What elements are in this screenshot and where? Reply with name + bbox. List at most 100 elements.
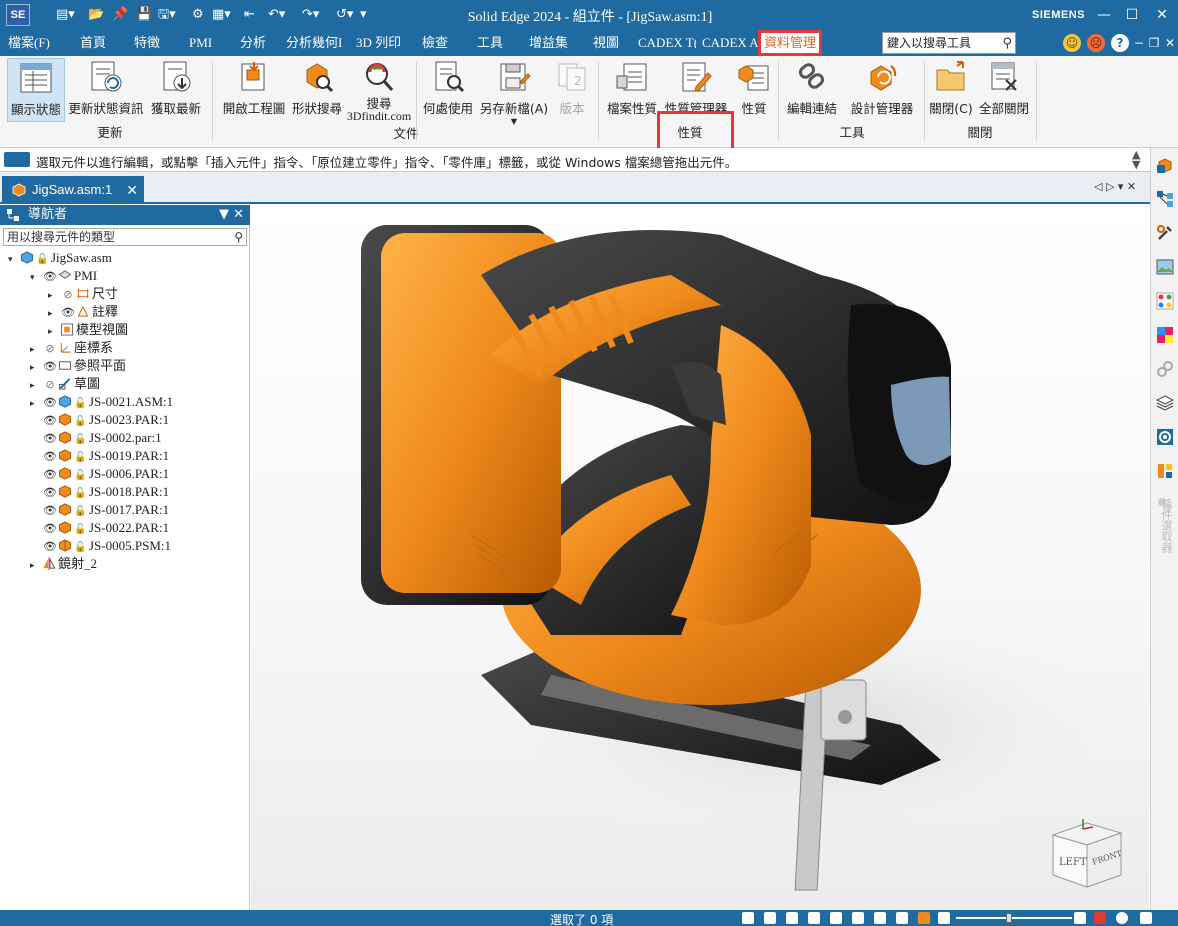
shape-search-button[interactable]: 形狀搜尋 — [290, 58, 344, 122]
graphics-viewport[interactable]: LEFT FRONT — [251, 205, 1149, 910]
zoom-slider-thumb[interactable] — [1006, 913, 1012, 923]
new-file-icon[interactable]: ▤▾ — [56, 6, 75, 24]
tab-analysis[interactable]: 分析 — [240, 34, 266, 52]
tab-view[interactable]: 視圖 — [593, 34, 619, 52]
hidden-eye-icon[interactable]: ⊘ — [42, 376, 58, 394]
tree-item[interactable]: ▸ ⊘ 尺寸 — [48, 285, 118, 303]
navigator-pin-close-icon[interactable]: ▼ ✕ — [219, 205, 244, 225]
get-latest-button[interactable]: 獲取最新 — [149, 58, 203, 122]
frown-feedback-icon[interactable]: ☹ — [1087, 34, 1105, 52]
tree-item[interactable]: ▸ ⊘ 座標系 — [30, 339, 113, 357]
tree-item[interactable]: ▸ 👁 參照平面 — [30, 357, 126, 375]
where-used-button[interactable]: 何處使用 — [420, 58, 476, 122]
command-search-input[interactable]: 鍵入以搜尋工具 ⚲ — [882, 32, 1016, 54]
file-properties-button[interactable]: 檔案性質 — [604, 58, 660, 122]
redo-icon[interactable]: ↷▾ — [302, 6, 319, 24]
save-as-dropdown-icon[interactable]: ▼ — [478, 117, 550, 126]
parts-library-icon[interactable] — [1156, 156, 1174, 174]
smile-feedback-icon[interactable]: ☺ — [1063, 34, 1081, 52]
display-state-button[interactable]: 顯示狀態 — [7, 58, 65, 122]
edit-links-button[interactable]: 編輯連結 — [784, 58, 840, 122]
visibility-eye-icon[interactable]: 👁 — [42, 268, 58, 286]
visibility-eye-icon[interactable]: 👁 — [42, 484, 58, 502]
navigator-search-input[interactable]: 用以搜尋元件的類型 ⚲ — [3, 228, 247, 246]
update-status-info-button[interactable]: 更新狀態資訊 — [66, 58, 146, 122]
youtube-icon[interactable] — [1094, 912, 1106, 924]
document-tab-close-icon[interactable]: ✕ — [126, 176, 138, 204]
prompt-scroll-icon[interactable]: ▲ ▼ — [1132, 149, 1140, 170]
style-icon[interactable] — [918, 912, 930, 924]
share-icon[interactable] — [1140, 912, 1152, 924]
tree-item[interactable]: 👁 🔓 JS-0005.PSM:1 — [30, 537, 171, 555]
settings-icon[interactable]: ⚙ — [192, 6, 204, 24]
hidden-eye-icon[interactable]: ⊘ — [60, 286, 76, 304]
close-button[interactable]: ✕ — [1150, 4, 1174, 26]
list-icon[interactable]: ▦▾ — [212, 6, 231, 24]
shaded-icon[interactable] — [896, 912, 908, 924]
link-icon[interactable] — [1156, 360, 1174, 378]
visibility-eye-icon[interactable]: 👁 — [42, 412, 58, 430]
tree-item[interactable]: ▸ 鏡射_2 — [30, 555, 97, 573]
search-icon[interactable]: ⚲ — [1002, 34, 1012, 54]
visibility-eye-icon[interactable]: 👁 — [42, 394, 58, 412]
tab-data-management[interactable]: 資料管理 — [757, 30, 823, 56]
exit-icon[interactable]: ⇤ — [244, 6, 255, 24]
tree-item[interactable]: ▸ 模型視圖 — [48, 321, 128, 339]
visibility-eye-icon[interactable]: 👁 — [42, 430, 58, 448]
zoom-slider[interactable] — [956, 917, 1072, 919]
zoom-in-icon[interactable] — [1074, 912, 1086, 924]
tab-features[interactable]: 特徵 — [134, 34, 160, 52]
tab-analysis-geometry[interactable]: 分析幾何I — [286, 34, 342, 52]
help-icon[interactable]: ? — [1111, 34, 1129, 52]
save-as-button[interactable]: 另存新檔(A) ▼ — [478, 58, 550, 126]
rotate-icon[interactable] — [830, 912, 842, 924]
visibility-eye-icon[interactable]: 👁 — [42, 502, 58, 520]
hidden-eye-icon[interactable]: ⊘ — [42, 340, 58, 358]
tab-3d-print[interactable]: 3D 列印 — [356, 34, 401, 52]
visibility-eye-icon[interactable]: 👁 — [42, 538, 58, 556]
layers-icon[interactable] — [1156, 394, 1174, 412]
keyboard-icon[interactable] — [4, 152, 30, 167]
tree-item[interactable]: ▸ 👁 註釋 — [48, 303, 118, 321]
tab-inspect[interactable]: 檢查 — [422, 34, 448, 52]
zoom-out-icon[interactable] — [938, 912, 950, 924]
visibility-eye-icon[interactable]: 👁 — [42, 520, 58, 538]
zoom-icon[interactable] — [764, 912, 776, 924]
expand-toggle-icon[interactable]: ▾ — [30, 269, 42, 287]
maximize-button[interactable]: ☐ — [1120, 4, 1144, 26]
repeat-icon[interactable]: ↺▾ — [336, 6, 353, 24]
tree-item[interactable]: 👁 🔓 JS-0022.PAR:1 — [30, 519, 169, 537]
view-cube[interactable]: LEFT FRONT — [1047, 815, 1127, 895]
spin-icon[interactable] — [852, 912, 864, 924]
pin-icon[interactable]: 📌 — [112, 6, 128, 24]
document-tab-nav-icon[interactable]: ◁ ▷ ▾ ✕ — [1094, 180, 1136, 193]
open-icon[interactable]: 📂 — [88, 6, 104, 24]
tab-pmi[interactable]: PMI — [189, 34, 212, 52]
app-logo[interactable]: SE — [6, 4, 30, 26]
tree-item[interactable]: 👁 🔓 JS-0002.par:1 — [30, 429, 162, 447]
tab-cadex-t[interactable]: CADEX T( — [638, 34, 696, 52]
tree-item[interactable]: ▾ 👁 PMI — [30, 267, 97, 285]
ribbon-close-icon[interactable]: ✕ — [1161, 34, 1178, 52]
customize-qat-icon[interactable]: ▾ — [360, 6, 367, 24]
tree-item[interactable]: 👁 🔓 JS-0019.PAR:1 — [30, 447, 169, 465]
visibility-eye-icon[interactable]: 👁 — [42, 466, 58, 484]
revision-button[interactable]: 2 版本 — [552, 58, 592, 122]
tab-file[interactable]: 檔案(F) — [8, 34, 50, 52]
close-doc-button[interactable]: 關閉(C) — [928, 58, 974, 122]
tree-item[interactable]: ▸ ⊘ 草圖 — [30, 375, 100, 393]
jigsaw-model[interactable] — [251, 205, 1149, 910]
zoom-area-icon[interactable] — [742, 912, 754, 924]
tree-item[interactable]: 👁 🔓 JS-0018.PAR:1 — [30, 483, 169, 501]
tree-item[interactable]: 👁 🔓 JS-0023.PAR:1 — [30, 411, 169, 429]
view-orient-icon[interactable] — [874, 912, 886, 924]
tab-cadex-a[interactable]: CADEX A — [702, 34, 759, 52]
tree-item[interactable]: ▾ 🔓 JigSaw.asm — [8, 249, 112, 267]
structure-icon[interactable] — [1156, 462, 1174, 480]
tools-wrench-icon[interactable] — [1156, 224, 1174, 242]
search-3dfindit-button[interactable]: 搜尋 3Dfindit.com — [346, 58, 412, 122]
properties-button[interactable]: 性質 — [734, 58, 774, 122]
appearance-icon[interactable] — [1156, 292, 1174, 310]
expand-toggle-icon[interactable]: ▾ — [8, 251, 20, 269]
tree-item[interactable]: 👁 🔓 JS-0006.PAR:1 — [30, 465, 169, 483]
